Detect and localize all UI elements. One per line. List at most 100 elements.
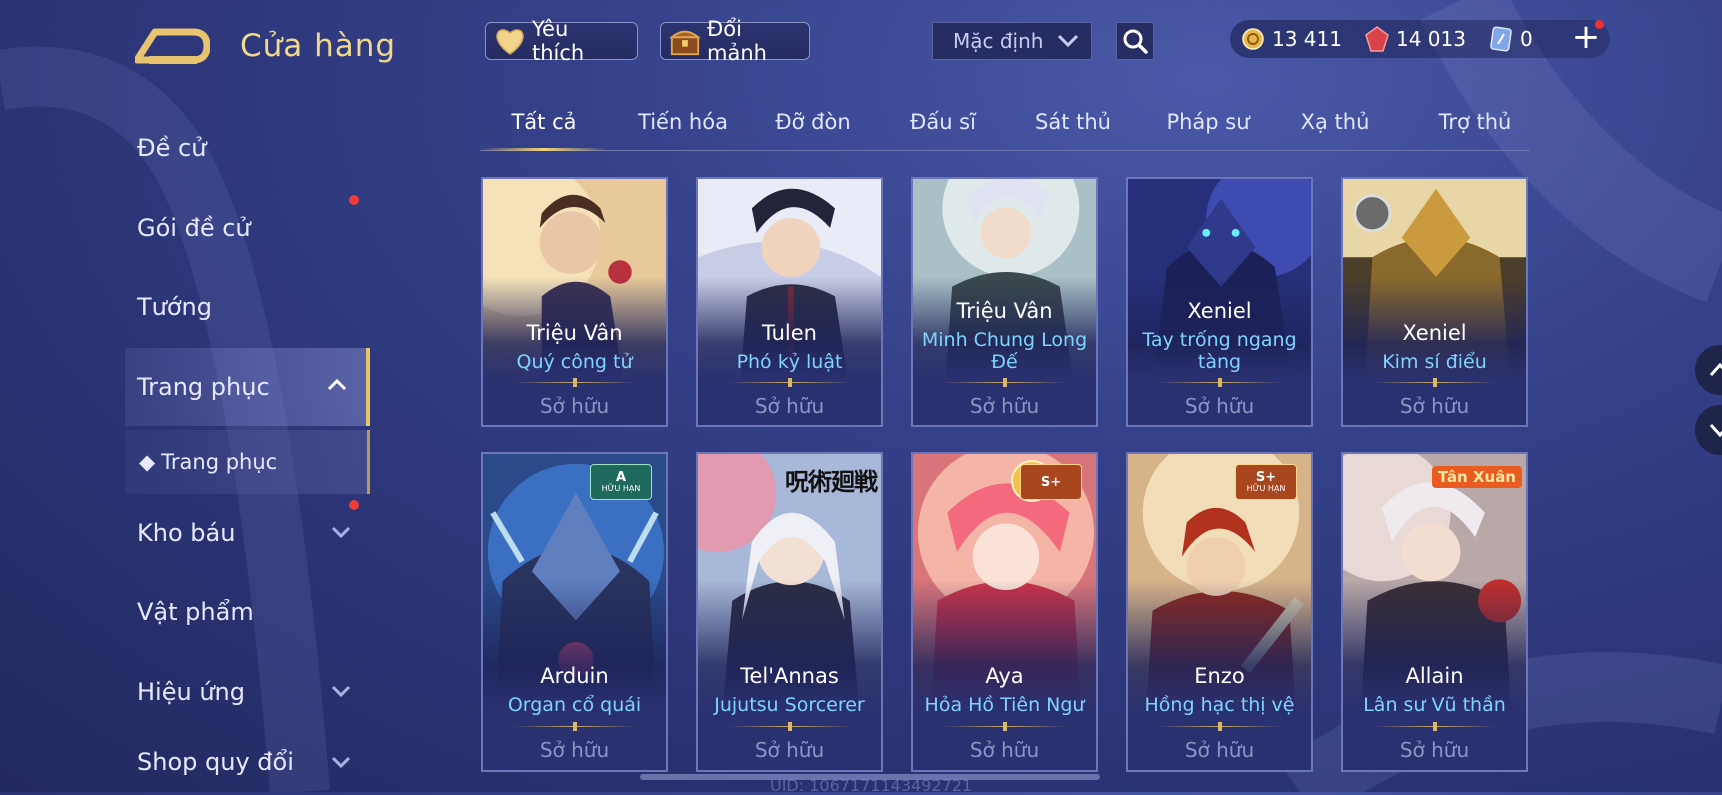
ownership-status: Sở hữu: [754, 738, 825, 762]
skin-card[interactable]: Xeniel Tay trống ngang tàng Sở hữu: [1126, 177, 1313, 427]
bullet-icon: ◆: [139, 450, 156, 474]
hero-name: Triệu Vân: [956, 299, 1053, 323]
exchange-label: Đổi mảnh: [707, 17, 767, 65]
tab-evolution[interactable]: Tiến hóa: [623, 110, 743, 150]
favorites-button[interactable]: Yêu thích: [485, 17, 638, 65]
skin-card[interactable]: Xeniel Kim sí điểu Sở hữu: [1341, 177, 1528, 427]
hero-name: Tel'Annas: [740, 664, 839, 688]
skin-name: Lân sư Vũ thần: [1363, 694, 1506, 716]
favorites-label: Yêu thích: [532, 17, 585, 65]
sidebar-notification-dot: [349, 195, 359, 205]
back-button[interactable]: [133, 26, 211, 66]
tab-assassin[interactable]: Sát thủ: [1018, 110, 1128, 150]
sidebar-item-heroes[interactable]: Tướng: [125, 269, 370, 345]
tier-badge: S+ HỮU HẠN: [1235, 464, 1297, 500]
skin-name: Kim sí điểu: [1382, 351, 1487, 373]
category-tabs: Tất cả Tiến hóa Đỡ đòn Đấu sĩ Sát thủ Ph…: [480, 100, 1530, 151]
skin-card[interactable]: 呪術廻戦 Tel'Annas Jujutsu Sorcerer Sở hữu: [696, 452, 883, 772]
sidebar-notification-dot: [349, 500, 359, 510]
tier-badge: S+: [1020, 464, 1082, 500]
skin-name: Quý công tử: [516, 351, 633, 373]
ownership-status: Sở hữu: [969, 738, 1040, 762]
tier-badge: A HỮU HẠN: [590, 464, 652, 500]
search-button[interactable]: [1116, 22, 1154, 60]
chevron-down-icon: [331, 685, 351, 698]
sidebar-item-skins[interactable]: Trang phục: [125, 348, 370, 426]
tab-all[interactable]: Tất cả: [480, 110, 608, 151]
hero-name: Arduin: [540, 664, 609, 688]
chevron-up-icon: [327, 378, 347, 391]
skin-card[interactable]: Tân Xuân Allain Lân sư Vũ thần Sở hữu: [1341, 452, 1528, 772]
tab-marksman[interactable]: Xạ thủ: [1285, 110, 1385, 150]
skin-card[interactable]: S+ Aya Hỏa Hồ Tiên Ngư Sở hữu: [911, 452, 1098, 772]
hero-name: Allain: [1405, 664, 1464, 688]
sidebar-subitem-skins[interactable]: ◆ Trang phục: [125, 430, 370, 494]
sidebar-item-items[interactable]: Vật phẩm: [125, 574, 370, 650]
gold-coin-icon: [1240, 26, 1266, 52]
skin-name: Jujutsu Sorcerer: [714, 694, 865, 716]
hero-name: Aya: [985, 664, 1024, 688]
page-title: Cửa hàng: [240, 28, 397, 64]
skin-card[interactable]: Triệu Vân Quý công tử Sở hữu: [481, 177, 668, 427]
voucher-card-icon: [1488, 26, 1514, 52]
chevron-up-icon: [1709, 362, 1722, 377]
ownership-status: Sở hữu: [1399, 394, 1470, 418]
back-arrow-icon: [133, 28, 211, 64]
treasure-chest-icon: [669, 25, 701, 57]
skin-card[interactable]: S+ HỮU HẠN Enzo Hồng hạc thị vệ Sở hữu: [1126, 452, 1313, 772]
sidebar-item-treasure[interactable]: Kho báu: [125, 495, 370, 571]
hero-name: Enzo: [1194, 664, 1245, 688]
hero-name: Triệu Vân: [526, 321, 623, 345]
scroll-up-button[interactable]: [1695, 345, 1722, 395]
skin-name: Phó kỷ luật: [736, 351, 843, 373]
voucher-balance: 0: [1488, 26, 1533, 52]
ownership-status: Sở hữu: [1184, 394, 1255, 418]
chevron-down-icon: [331, 756, 351, 769]
skin-name: Tay trống ngang tàng: [1142, 329, 1297, 373]
tab-mage[interactable]: Pháp sư: [1148, 110, 1268, 150]
sidebar-item-recommended[interactable]: Đề cử: [125, 110, 370, 186]
ownership-status: Sở hữu: [1399, 738, 1470, 762]
gem-amount: 14 013: [1395, 27, 1466, 51]
skin-name: Hỏa Hồ Tiên Ngư: [924, 694, 1085, 716]
sidebar-item-effects[interactable]: Hiệu ứng: [125, 654, 370, 730]
sidebar-item-recommended-bundles[interactable]: Gói đề cử: [125, 190, 370, 266]
skin-card[interactable]: A HỮU HẠN Arduin Organ cổ quái Sở hữu: [481, 452, 668, 772]
search-icon: [1123, 29, 1148, 54]
series-logo: 呪術廻戦: [785, 468, 878, 496]
heart-icon: [494, 25, 526, 57]
user-id: UID: 1067171143492721: [770, 776, 973, 795]
voucher-amount: 0: [1519, 27, 1533, 51]
sidebar-item-exchange-shop[interactable]: Shop quy đổi: [125, 733, 370, 791]
tab-support[interactable]: Trợ thủ: [1415, 110, 1535, 150]
skin-card[interactable]: Triệu Vân Minh Chung Long Đế Sở hữu: [911, 177, 1098, 427]
red-gem-icon: [1364, 26, 1390, 52]
notification-dot: [1595, 20, 1604, 29]
hero-name: Xeniel: [1187, 299, 1252, 323]
ownership-status: Sở hữu: [539, 738, 610, 762]
tab-tank[interactable]: Đỡ đòn: [758, 110, 868, 150]
chevron-down-icon: [1709, 423, 1722, 438]
skin-name: Hồng hạc thị vệ: [1144, 694, 1295, 716]
gold-amount: 13 411: [1272, 27, 1342, 51]
chevron-down-icon: [331, 526, 351, 539]
ownership-status: Sở hữu: [969, 394, 1040, 418]
gold-balance: 13 411: [1240, 26, 1342, 52]
exchange-shards-button[interactable]: Đổi mảnh: [660, 17, 810, 65]
ownership-status: Sở hữu: [1184, 738, 1255, 762]
sort-dropdown[interactable]: Mặc định: [932, 22, 1092, 60]
event-logo: Tân Xuân: [1431, 466, 1522, 488]
hero-name: Xeniel: [1402, 321, 1467, 345]
ownership-status: Sở hữu: [754, 394, 825, 418]
skin-name: Organ cổ quái: [507, 694, 642, 716]
skin-name: Minh Chung Long Đế: [921, 329, 1088, 373]
sort-value: Mặc định: [953, 29, 1044, 53]
ownership-status: Sở hữu: [539, 394, 610, 418]
hero-name: Tulen: [761, 321, 817, 345]
tab-fighter[interactable]: Đấu sĩ: [888, 110, 998, 150]
skin-card[interactable]: Tulen Phó kỷ luật Sở hữu: [696, 177, 883, 427]
gem-balance: 14 013: [1364, 26, 1466, 52]
scroll-down-button[interactable]: [1695, 405, 1722, 455]
currency-bar: 13 411 14 013 0: [1230, 20, 1610, 58]
chevron-down-icon: [1057, 34, 1079, 48]
